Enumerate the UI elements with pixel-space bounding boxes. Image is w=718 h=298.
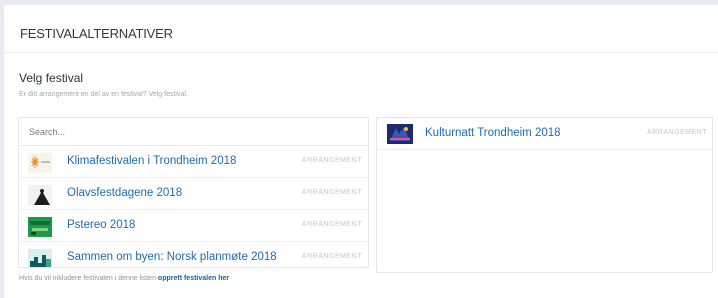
festival-options-panel: FESTIVALALTERNATIVER Velg festival Er di… <box>4 5 718 298</box>
festival-list: Klimafestivalen i Trondheim 2018 ARRANGE… <box>18 117 369 268</box>
list-item-type: ARRANGEMENT <box>302 189 362 196</box>
list-item-type: ARRANGEMENT <box>302 157 362 164</box>
list-item-title: Sammen om byen: Norsk planmøte 2018 <box>67 251 277 263</box>
selected-festival-list: Kulturnatt Trondheim 2018 ARRANGEMENT <box>376 117 713 273</box>
klimafestival-logo-thumbnail <box>28 153 52 173</box>
olavsfestdagene-logo-thumbnail <box>28 185 52 205</box>
selected-item-type: ARRANGEMENT <box>647 129 707 136</box>
selected-item-title: Kulturnatt Trondheim 2018 <box>425 127 561 139</box>
pstereo-logo-thumbnail <box>28 217 52 237</box>
footer-note: Hvis du vil inkludere festivalen i denne… <box>19 275 229 282</box>
list-item-title: Pstereo 2018 <box>67 219 136 231</box>
list-item[interactable]: Sammen om byen: Norsk planmøte 2018 ARRA… <box>19 242 368 267</box>
section-header: FESTIVALALTERNATIVER <box>4 5 718 53</box>
list-item[interactable]: Pstereo 2018 ARRANGEMENT <box>19 210 368 242</box>
list-item[interactable]: Klimafestivalen i Trondheim 2018 ARRANGE… <box>19 146 368 178</box>
footer-note-text: Hvis du vil inkludere festivalen i denne… <box>19 275 156 282</box>
field-hint: Er ditt arrangement en del av en festiva… <box>19 91 188 98</box>
create-festival-link[interactable]: opprett festivalen her <box>158 275 229 282</box>
list-item-type: ARRANGEMENT <box>302 221 362 228</box>
field-label: Velg festival <box>19 71 84 85</box>
list-item[interactable]: Olavsfestdagene 2018 ARRANGEMENT <box>19 178 368 210</box>
section-title: FESTIVALALTERNATIVER <box>20 26 173 41</box>
search-input[interactable] <box>19 118 368 146</box>
selected-item[interactable]: Kulturnatt Trondheim 2018 ARRANGEMENT <box>377 118 712 150</box>
list-item-title: Klimafestivalen i Trondheim 2018 <box>67 155 237 167</box>
kulturnatt-logo-thumbnail <box>387 124 413 144</box>
list-item-title: Olavsfestdagene 2018 <box>67 187 183 199</box>
planmote-logo-thumbnail <box>28 249 52 267</box>
list-item-type: ARRANGEMENT <box>302 253 362 260</box>
